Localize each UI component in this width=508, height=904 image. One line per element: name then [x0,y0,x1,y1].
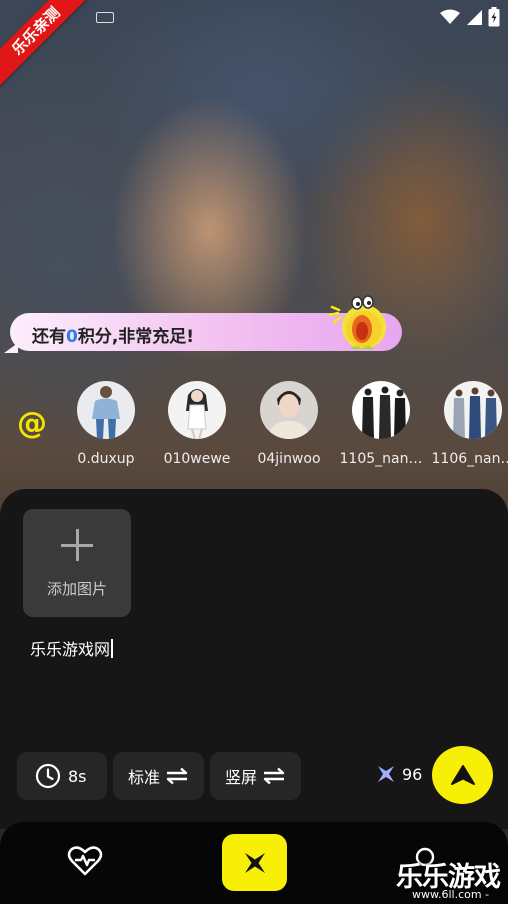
avatar-label: 04jinwoo [257,451,321,467]
avatar-label: 010wewe [163,451,231,467]
avatar-1105-nan[interactable] [352,381,410,439]
avatar-image [352,381,410,439]
sparkle-icon [244,852,265,873]
credits-indicator: 96 [376,764,422,784]
sparkle-icon [378,766,394,782]
battery-icon [488,7,500,27]
avatar-010wewe[interactable] [168,381,226,439]
credits-value: 96 [402,764,423,784]
duration-button[interactable]: 8s [17,752,107,800]
text-caret [111,638,113,658]
swap-icon [263,767,285,785]
avatar-image [168,381,226,439]
swap-icon [166,767,188,785]
avatar-0-duxup[interactable] [77,381,135,439]
prompt-text: 乐乐游戏网 [30,640,111,659]
duration-label: 8s [68,766,87,786]
generate-button[interactable] [432,746,493,804]
add-image-label: 添加图片 [46,580,107,598]
clock-icon [35,763,61,789]
mascot-icon [328,295,386,349]
avatar-label: 0.duxup [77,451,135,467]
keyboard-icon [96,12,114,23]
watermark: 乐乐游戏 www.6ll.com - [396,855,508,904]
quality-button[interactable]: 标准 [113,752,204,800]
avatar-04jinwoo[interactable] [260,381,318,439]
plus-icon [61,529,93,561]
signal-icon [467,10,482,25]
avatar-image [444,381,502,439]
points-number: 0 [66,327,78,347]
add-image-button[interactable]: 添加图片 [23,509,131,617]
orientation-button[interactable]: 竖屏 [210,752,301,800]
arrow-up-icon [450,765,475,785]
heart-pulse-icon[interactable] [67,845,103,877]
orientation-label: 竖屏 [225,768,258,787]
avatar-1106-nan[interactable] [444,381,502,439]
bubble-tail [4,343,18,353]
status-icons [440,7,500,27]
wifi-icon [440,9,460,24]
avatar-label: 1105_nan… [339,451,423,467]
watermark-url: www.6ll.com - [412,888,490,901]
points-suffix: 积分,非常充足! [77,327,195,347]
avatar-image [77,381,135,439]
points-prefix: 还有 [32,327,66,347]
points-message: 还有0积分,非常充足! [32,322,194,347]
quality-label: 标准 [128,768,161,787]
create-tab[interactable] [222,834,287,891]
avatar-label: 1106_nan… [431,451,508,467]
mention-at-icon[interactable]: @ [17,406,47,441]
prompt-input[interactable]: 乐乐游戏网 [30,636,113,660]
avatar-image [260,381,318,439]
